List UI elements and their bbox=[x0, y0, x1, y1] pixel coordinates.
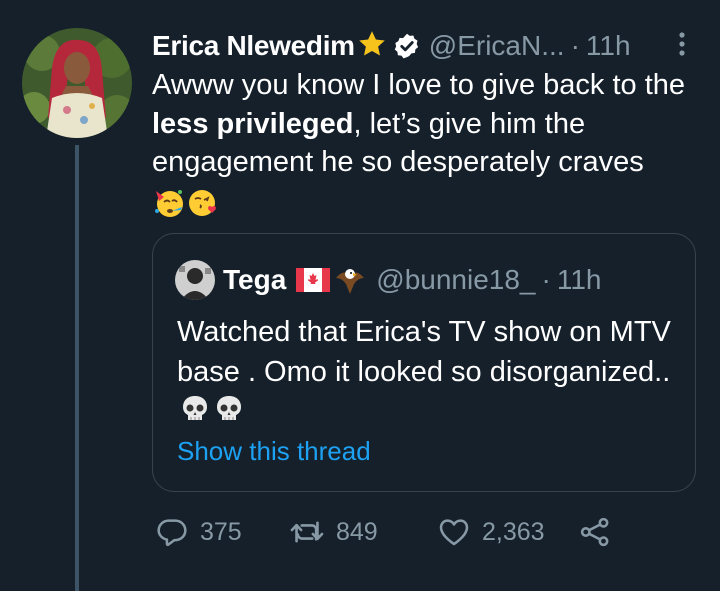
author-avatar[interactable] bbox=[22, 28, 132, 138]
quoted-author-avatar bbox=[175, 260, 215, 300]
like-count: 2,363 bbox=[482, 517, 545, 546]
skull-emoji-icon bbox=[217, 396, 241, 420]
reply-button[interactable]: 375 bbox=[156, 516, 242, 548]
author-name[interactable]: Erica Nlewedim bbox=[152, 30, 355, 62]
quoted-author-handle: @bunnie18_ bbox=[376, 264, 536, 295]
quoted-tweet-text-body: Watched that Erica's TV show on MTV base… bbox=[177, 316, 671, 388]
retweet-icon bbox=[290, 521, 324, 543]
quoted-tweet-emojis bbox=[179, 393, 245, 425]
face-blowing-kiss-emoji-icon bbox=[187, 187, 219, 224]
retweet-count: 849 bbox=[336, 517, 378, 546]
quoted-separator-dot: · bbox=[541, 264, 551, 295]
partying-face-emoji-icon bbox=[153, 187, 185, 224]
separator-dot: · bbox=[570, 30, 580, 61]
author-handle[interactable]: @EricaN... bbox=[429, 30, 565, 62]
heart-icon bbox=[439, 519, 469, 546]
reply-icon bbox=[157, 519, 187, 547]
quoted-author-name: Tega bbox=[223, 264, 287, 295]
star-emoji-icon bbox=[357, 29, 387, 64]
tweet-emojis bbox=[153, 187, 219, 224]
show-thread-link[interactable]: Show this thread bbox=[177, 436, 371, 467]
tweet-text-bold: less privileged bbox=[152, 107, 354, 140]
more-options-icon[interactable] bbox=[674, 30, 690, 60]
tweet-text-part1: Awww you know I love to give back to the bbox=[152, 69, 686, 101]
thread-line bbox=[75, 145, 79, 591]
tweet-header: Erica Nlewedim @EricaN... · 11h bbox=[152, 28, 631, 64]
share-button[interactable] bbox=[578, 515, 612, 549]
share-icon bbox=[580, 517, 609, 547]
eagle-emoji-icon bbox=[334, 264, 366, 296]
tweet-time[interactable]: 11h bbox=[586, 30, 631, 62]
reply-count: 375 bbox=[200, 517, 242, 546]
tweet-text: Awww you know I love to give back to the… bbox=[152, 66, 692, 182]
quoted-tweet-text: Watched that Erica's TV show on MTV base… bbox=[177, 313, 677, 432]
retweet-button[interactable]: 849 bbox=[290, 516, 378, 548]
quoted-tweet-time: 11h bbox=[556, 264, 602, 295]
quoted-tweet[interactable]: Tega @bunnie18_ · 11h Watched that Erica… bbox=[152, 233, 696, 492]
verified-badge-icon bbox=[393, 32, 421, 60]
skull-emoji-icon bbox=[183, 396, 207, 420]
like-button[interactable]: 2,363 bbox=[438, 516, 545, 548]
quoted-tweet-header: Tega @bunnie18_ · 11h bbox=[175, 260, 601, 300]
canada-flag-icon bbox=[296, 268, 331, 292]
